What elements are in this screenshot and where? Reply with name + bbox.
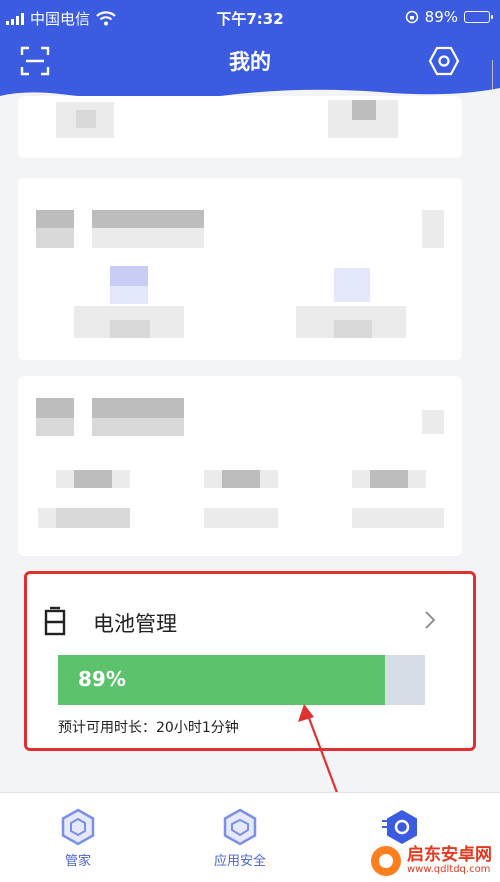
signal-icon (6, 12, 24, 25)
profile-hexagon-icon (382, 810, 417, 844)
tab-guanjia-label: 管家 (64, 854, 91, 869)
tab-app-security[interactable]: 应用安全 (180, 793, 300, 882)
obscured-card-top (18, 96, 462, 158)
edge-mark (492, 60, 500, 90)
battery-card-title: 电池管理 (93, 612, 177, 636)
battery-progress-label: 89% (78, 667, 126, 691)
obscured-card-middle (18, 178, 462, 360)
status-right: 89% (405, 8, 493, 26)
chevron-right-icon[interactable] (423, 610, 437, 630)
rotation-lock-icon (405, 10, 418, 24)
watermark: 启东安卓网 www.qdltdq.com (371, 846, 492, 876)
hexagon-icon (61, 808, 95, 846)
scan-icon[interactable] (20, 46, 50, 76)
page-title: 我的 (229, 50, 271, 74)
nav-bar: 我的 (0, 36, 500, 86)
wifi-icon (96, 11, 116, 26)
status-left: 中国电信 (6, 8, 116, 29)
tab-guanjia[interactable]: 管家 (18, 793, 138, 882)
settings-hexagon-icon[interactable] (428, 45, 460, 77)
battery-management-card[interactable]: 电池管理 89% 预计可用时长：20小时1分钟 (24, 571, 476, 751)
watermark-url: www.qdltdq.com (407, 863, 491, 875)
status-bar: 中国电信 下午7:32 89% (0, 0, 500, 36)
battery-progress-bar: 89% (58, 655, 425, 705)
battery-percent-text: 89% (424, 8, 458, 26)
obscured-card-lower (18, 376, 462, 556)
bottom-tab-bar: 管家 应用安全 启东安卓网 www.qdltdq.com (0, 792, 500, 882)
carrier-name: 中国电信 (30, 10, 91, 28)
battery-remaining-time: 预计可用时长：20小时1分钟 (58, 720, 239, 736)
battery-manage-icon (44, 606, 66, 636)
tab-app-security-label: 应用安全 (213, 854, 266, 869)
shield-hexagon-icon (223, 808, 257, 846)
watermark-logo-icon (371, 846, 401, 876)
battery-icon (464, 11, 493, 23)
watermark-name: 启东安卓网 (407, 844, 492, 865)
